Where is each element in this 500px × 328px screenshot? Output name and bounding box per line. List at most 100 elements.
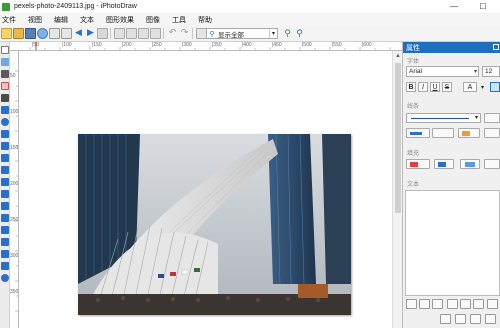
bold-button[interactable]: B [406,82,416,92]
rounded-rect-tool-icon[interactable] [1,130,9,138]
cut-icon[interactable] [114,28,125,39]
globe-icon[interactable] [37,28,48,39]
shape-tool-icon[interactable] [1,178,9,186]
font-family-select[interactable]: Arial ▾ [406,66,479,77]
zoom-value: 显示全部 [218,31,244,39]
marker-tool-icon[interactable] [1,214,9,222]
toolbar-separator [192,28,193,39]
dash-style-button[interactable] [432,128,454,138]
paragraph-icon[interactable] [485,314,496,324]
grid-icon[interactable] [97,28,108,39]
shadow-style-button[interactable] [484,128,500,138]
paste-icon[interactable] [138,28,149,39]
font-size-select[interactable]: 12 [482,66,500,77]
star-tool-icon[interactable] [1,166,9,174]
line-width-select[interactable] [484,113,500,123]
ruler-tick-label: |400 [242,42,252,48]
bubble-tool-icon[interactable] [1,190,9,198]
chevron-down-icon[interactable]: ▾ [475,114,478,121]
polygon-tool-icon[interactable] [1,154,9,162]
zoom-out-icon[interactable]: ⚲ [294,28,305,39]
line-section-title: 线条 [407,104,420,110]
undo-icon[interactable]: ↶ [167,28,178,39]
circle-number-tool-icon[interactable] [1,274,9,282]
align-top-icon[interactable] [447,299,458,309]
menu-help[interactable]: 帮助 [192,15,218,25]
ruler-tick-label: |250 [152,42,162,48]
ruler-tick-label: |300 [182,42,192,48]
clipboard-icon[interactable] [150,28,161,39]
menu-graphic-effects[interactable]: 图形效果 [100,15,140,25]
mosaic-tool-icon[interactable] [1,250,9,258]
back-arrow-icon[interactable]: ◀ [73,28,84,39]
cloud-tool-icon[interactable] [1,202,9,210]
spacing-icon[interactable] [470,314,481,324]
minimize-button[interactable]: — [440,0,468,13]
copy-icon[interactable] [126,28,137,39]
strikethrough-button[interactable]: S [442,82,452,92]
align-middle-icon[interactable] [460,299,471,309]
save-icon[interactable] [25,28,36,39]
panel-pin-icon[interactable] [493,44,499,50]
ruler-tick-label: |600 [362,42,372,48]
indent-icon[interactable] [440,314,451,324]
menu-edit[interactable]: 编辑 [48,15,74,25]
select-tool-icon[interactable] [1,46,9,54]
underline-button[interactable]: U [430,82,440,92]
menu-tools[interactable]: 工具 [166,15,192,25]
print-icon[interactable] [49,28,60,39]
fill-color-button[interactable] [406,159,430,169]
callout-tool-icon[interactable] [1,142,9,150]
toolbar-separator [163,28,164,39]
align-right-icon[interactable] [432,299,443,309]
vertical-scrollbar[interactable]: ▲ [392,51,402,328]
tool-palette [0,42,10,328]
ellipse-tool-icon[interactable] [1,118,9,126]
fill-image-button[interactable] [460,159,480,169]
maximize-button[interactable]: ☐ [469,0,497,13]
photo-image[interactable] [78,134,351,315]
forward-arrow-icon[interactable]: ▶ [85,28,96,39]
ruler-vertical: 50 100 150 200 250 300 350 [10,51,19,328]
zoom-in-icon[interactable]: ⚲ [282,28,293,39]
wrap-text-icon[interactable] [487,299,498,309]
new-file-icon[interactable] [1,28,12,39]
ruler-tick-label: 150 [10,145,19,151]
scrollbar-thumb[interactable] [395,63,401,213]
redo-icon[interactable]: ↷ [179,28,190,39]
highlight-tool-icon[interactable] [1,226,9,234]
font-color-button[interactable]: A [463,82,477,92]
rectangle-tool-icon[interactable] [1,106,9,114]
zoom-select[interactable]: ⚲ 显示全部 ▾ [206,28,278,39]
fill-pattern-button[interactable] [434,159,454,169]
number-tool-icon[interactable] [1,262,9,270]
line-weight-button[interactable] [406,128,430,138]
text-tool-icon[interactable] [1,58,9,66]
chevron-down-icon[interactable]: ▾ [269,29,277,38]
line-tool-icon[interactable] [1,70,9,78]
chevron-down-icon[interactable]: ▾ [474,68,477,75]
fill-gradient-button[interactable] [484,159,500,169]
align-bottom-icon[interactable] [473,299,484,309]
menu-text[interactable]: 文本 [74,15,100,25]
text-section-title: 文本 [407,182,420,188]
arrow-style-button[interactable] [458,128,480,138]
pen-tool-icon[interactable] [1,94,9,102]
chevron-down-icon[interactable]: ▾ [479,82,486,92]
list-icon[interactable] [455,314,466,324]
open-folder-icon[interactable] [13,28,24,39]
text-input-area[interactable] [405,190,500,296]
line-style-select[interactable]: ▾ [406,113,481,123]
menu-image[interactable]: 图像 [140,15,166,25]
blur-tool-icon[interactable] [1,238,9,246]
ruler-tick-label: |150 [92,42,102,48]
italic-button[interactable]: I [418,82,428,92]
menu-view[interactable]: 视图 [22,15,48,25]
menu-file[interactable]: 文件 [0,15,22,25]
preview-icon[interactable] [61,28,72,39]
text-style-icon[interactable] [490,82,500,92]
font-family-value: Arial [409,68,423,75]
align-left-icon[interactable] [406,299,417,309]
align-center-icon[interactable] [419,299,430,309]
arrow-tool-icon[interactable] [1,82,9,90]
